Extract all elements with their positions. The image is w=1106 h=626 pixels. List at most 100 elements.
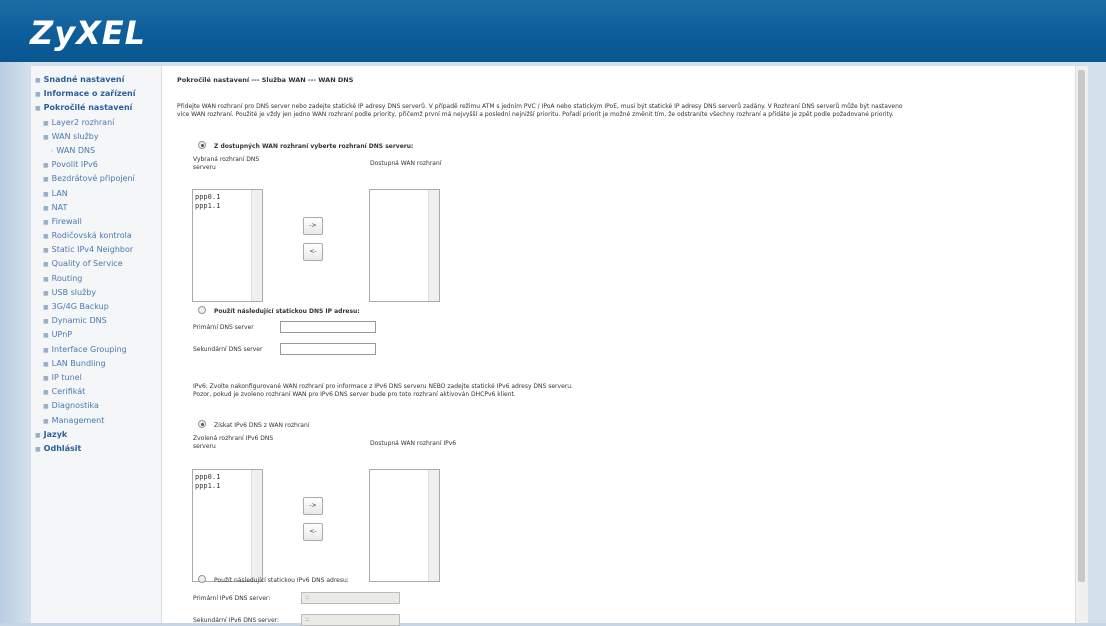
sidebar-item-bezdratove-pripojeni[interactable]: ■ Bezdrátové připojení: [31, 172, 161, 186]
bullet-icon: ■: [43, 417, 49, 425]
available-ipv6-label: Dostupná WAN rozhraní IPv6: [370, 440, 457, 447]
bullet-icon: ■: [43, 360, 49, 368]
listbox-scrollbar[interactable]: [428, 190, 439, 301]
selected-ipv6-listbox[interactable]: ppp0.1 ppp1.1: [192, 469, 263, 582]
bullet-icon: ■: [43, 403, 49, 411]
bullet-icon: ■: [43, 332, 49, 340]
ipv6-note-line2: Pozor, pokud je zvoleno rozhraní WAN pro…: [193, 391, 516, 398]
move-left-ipv6-button[interactable]: <-: [303, 523, 323, 541]
bullet-icon: ■: [35, 431, 41, 439]
sidebar-item-snadne-nastaveni[interactable]: ■ Snadné nastavení: [31, 73, 161, 87]
radio-obtain-ipv6-label: Získat IPv6 DNS z WAN rozhraní: [214, 422, 310, 429]
sidebar-item-pokrocile-nastaveni[interactable]: ■ Pokročilé nastavení: [31, 101, 161, 115]
bullet-icon: ■: [35, 445, 41, 453]
move-left-button[interactable]: <-: [303, 243, 323, 261]
bullet-icon: ■: [43, 162, 49, 170]
bullet-icon: ■: [43, 247, 49, 255]
bullet-icon: ■: [43, 374, 49, 382]
sidebar: ■ Snadné nastavení ■ Informace o zařízení ■ P…: [31, 66, 161, 623]
page-scrollbar[interactable]: [1075, 66, 1088, 623]
move-right-button[interactable]: ->: [303, 217, 323, 235]
bullet-icon: ■: [35, 91, 41, 99]
bullet-icon: ■: [35, 105, 41, 113]
selected-interfaces-label: Vybraná rozhraní DNS: [193, 156, 260, 163]
radio-available-label: Z dostupných WAN rozhraní vyberte rozhra…: [214, 143, 414, 150]
secondary-dns-label: Sekundární DNS server: [193, 346, 263, 353]
bullet-icon: ■: [43, 190, 49, 198]
sidebar-item-3g-4g-backup[interactable]: ■ 3G/4G Backup: [31, 300, 161, 314]
listbox-scrollbar[interactable]: [251, 470, 262, 581]
bullet-icon: ■: [43, 233, 49, 241]
main-content: Pokročilé nastavení --- Služba WAN --- W…: [162, 66, 1075, 626]
sidebar-item-label: Quality of Service: [51, 259, 123, 269]
sidebar-item-interface-grouping[interactable]: ■ Interface Grouping: [31, 343, 161, 357]
sidebar-item-usb-sluzby[interactable]: ■ USB služby: [31, 286, 161, 300]
listbox-scrollbar[interactable]: [428, 470, 439, 581]
radio-static-label: Použít následující statickou DNS IP adre…: [214, 308, 360, 315]
sidebar-item-static-ipv4-neighbor[interactable]: ■ Static IPv4 Neighbor: [31, 243, 161, 257]
sidebar-item-nat[interactable]: ■ NAT: [31, 201, 161, 215]
radio-available-interfaces[interactable]: [198, 141, 206, 149]
selected-ipv6-label: Zvolená rozhraní IPv6 DNS: [193, 435, 274, 442]
sidebar-item-informace-o-zarizeni[interactable]: ■ Informace o zařízení: [31, 87, 161, 101]
secondary-dns-input[interactable]: [280, 343, 376, 355]
secondary-ipv6-input[interactable]: ::: [301, 614, 400, 626]
sidebar-item-management[interactable]: ■ Management: [31, 414, 161, 428]
sidebar-item-label: Routing: [51, 273, 83, 283]
bullet-icon: ■: [43, 304, 49, 311]
sidebar-item-label: WAN DNS: [56, 145, 96, 155]
primary-dns-label: Primární DNS server: [193, 324, 254, 331]
radio-static-ipv6[interactable]: [198, 575, 206, 583]
sidebar-item-label: Jazyk: [43, 429, 68, 439]
sidebar-item-label: 3G/4G Backup: [51, 302, 109, 311]
listbox-scrollbar[interactable]: [251, 190, 262, 301]
bullet-icon: ■: [43, 318, 49, 326]
sidebar-item-label: Rodičovská kontrola: [51, 231, 132, 241]
sidebar-item-label: Povolit IPv6: [51, 160, 98, 170]
page-title: Pokročilé nastavení --- Služba WAN --- W…: [177, 76, 354, 84]
sidebar-item-ip-tunel[interactable]: ■ IP tunel: [31, 371, 161, 385]
selected-interfaces-listbox[interactable]: ppp0.1 ppp1.1: [192, 189, 263, 302]
sidebar-item-label: Cerifikát: [51, 387, 86, 397]
sidebar-item-jazyk[interactable]: ■ Jazyk: [31, 428, 161, 442]
sidebar-item-odhlasit[interactable]: ■ Odhlásit: [31, 442, 161, 456]
sidebar-item-layer2-rozhrani[interactable]: ■ Layer2 rozhraní: [31, 116, 161, 130]
sidebar-item-label: Layer2 rozhraní: [51, 117, 115, 127]
sidebar-item-label: IP tunel: [51, 372, 82, 382]
sidebar-item-firewall[interactable]: ■ Firewall: [31, 215, 161, 229]
sidebar-item-rodicovska-kontrola[interactable]: ■ Rodičovská kontrola: [31, 229, 161, 243]
bullet-icon: ■: [43, 133, 49, 141]
sidebar-item-label: Informace o zařízení: [43, 89, 136, 99]
radio-obtain-ipv6[interactable]: [198, 420, 206, 428]
sidebar-item-cerifikat[interactable]: ■ Cerifikát: [31, 385, 161, 399]
sidebar-item-lan[interactable]: ■ LAN: [31, 187, 161, 201]
available-interfaces-label: Dostupná WAN rozhraní: [370, 160, 442, 167]
sidebar-item-label: LAN Bundling: [51, 358, 106, 368]
sidebar-item-dynamic-dns[interactable]: ■ Dynamic DNS: [31, 314, 161, 328]
available-interfaces-listbox[interactable]: [369, 189, 440, 302]
sidebar-item-lan-bundling[interactable]: ■ LAN Bundling: [31, 357, 161, 371]
bullet-icon: ■: [43, 389, 49, 397]
radio-static-dns[interactable]: [198, 306, 206, 314]
scrollbar-thumb[interactable]: [1078, 70, 1085, 582]
sidebar-item-diagnostika[interactable]: ■ Diagnostika: [31, 399, 161, 413]
sidebar-item-quality-of-service[interactable]: ■ Quality of Service: [31, 257, 161, 271]
sidebar-item-povolit-ipv6[interactable]: ■ Povolit IPv6: [31, 158, 161, 172]
bullet-icon: ■: [43, 275, 49, 283]
sidebar-item-wan-dns[interactable]: › WAN DNS: [31, 144, 161, 158]
move-right-ipv6-button[interactable]: ->: [303, 497, 323, 515]
sidebar-nav: ■ Snadné nastavení ■ Informace o zařízení ■ P…: [31, 66, 161, 456]
sidebar-item-upnp[interactable]: ■ UPnP: [31, 328, 161, 342]
zyxel-logo: ZyXEL: [30, 14, 146, 52]
sidebar-item-routing[interactable]: ■ Routing: [31, 272, 161, 286]
intro-text-line2: více WAN rozhraní. Použité je vždy jen j…: [177, 111, 894, 118]
available-ipv6-listbox[interactable]: [369, 469, 440, 582]
primary-dns-input[interactable]: [280, 321, 376, 333]
primary-ipv6-input[interactable]: ::: [301, 592, 400, 604]
sidebar-item-label: Interface Grouping: [51, 344, 127, 354]
sidebar-item-label: WAN služby: [51, 131, 99, 141]
bullet-icon: ■: [43, 176, 49, 184]
sidebar-item-wan-sluzby[interactable]: ■ WAN služby: [31, 130, 161, 144]
sidebar-item-label: Bezdrátové připojení: [51, 174, 135, 184]
selected-interfaces-label-2: serveru: [193, 164, 216, 171]
